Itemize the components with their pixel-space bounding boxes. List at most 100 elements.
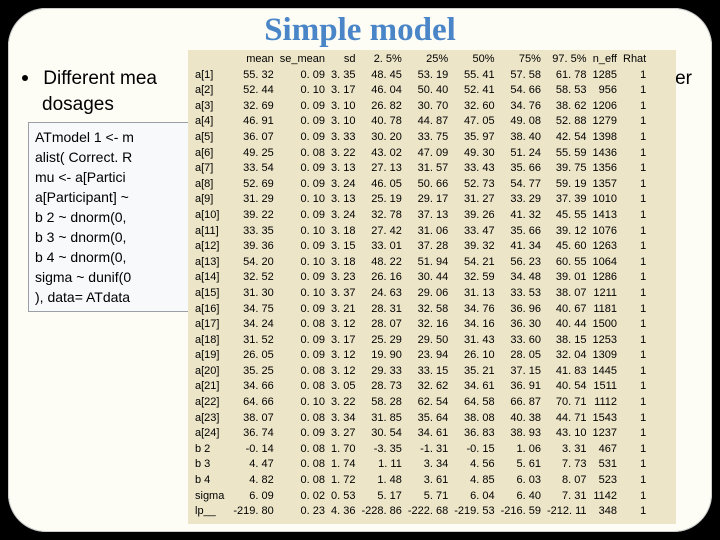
cell-value: 51. 24 — [498, 146, 544, 162]
cell-value: 39. 22 — [230, 208, 276, 224]
code-line: ATmodel 1 <- m — [35, 127, 185, 147]
cell-value: 56. 23 — [498, 255, 544, 271]
row-name: a[1] — [192, 68, 230, 84]
cell-value: 31. 13 — [451, 286, 497, 302]
cell-value: 1 — [620, 457, 649, 473]
cell-value: 1 — [620, 364, 649, 380]
cell-value: 4. 36 — [328, 504, 358, 520]
cell-value: 41. 83 — [544, 364, 590, 380]
cell-value: -222. 68 — [405, 504, 451, 520]
cell-value: 3. 17 — [328, 333, 358, 349]
cell-value: 40. 54 — [544, 379, 590, 395]
cell-value: 1253 — [590, 333, 620, 349]
cell-value: 4. 85 — [451, 473, 497, 489]
cell-value: 0. 09 — [277, 270, 328, 286]
row-name: a[14] — [192, 270, 230, 286]
cell-value: 3. 22 — [328, 395, 358, 411]
cell-value: 35. 64 — [405, 411, 451, 427]
cell-value: -216. 59 — [498, 504, 544, 520]
row-name: a[7] — [192, 161, 230, 177]
cell-value: -3. 35 — [358, 442, 404, 458]
cell-value: 30. 44 — [405, 270, 451, 286]
table-row: a[2]52. 440. 103. 1746. 0450. 4052. 4154… — [192, 83, 649, 99]
cell-value: 50. 40 — [405, 83, 451, 99]
cell-value: 53. 19 — [405, 68, 451, 84]
table-row: a[10]39. 220. 093. 2432. 7837. 1339. 264… — [192, 208, 649, 224]
cell-value: 33. 43 — [451, 161, 497, 177]
row-name: a[19] — [192, 348, 230, 364]
cell-value: 37. 13 — [405, 208, 451, 224]
cell-value: 32. 69 — [230, 99, 276, 115]
cell-value: 48. 45 — [358, 68, 404, 84]
cell-value: 38. 15 — [544, 333, 590, 349]
cell-value: 3. 12 — [328, 364, 358, 380]
cell-value: 36. 83 — [451, 426, 497, 442]
cell-value: 5. 17 — [358, 489, 404, 505]
cell-value: 1. 48 — [358, 473, 404, 489]
row-name: a[12] — [192, 239, 230, 255]
row-name: a[11] — [192, 224, 230, 240]
stats-col-header: sd — [328, 52, 358, 68]
cell-value: 38. 07 — [230, 411, 276, 427]
cell-value: 3. 33 — [328, 130, 358, 146]
cell-value: 1356 — [590, 161, 620, 177]
cell-value: 55. 41 — [451, 68, 497, 84]
row-name: b 2 — [192, 442, 230, 458]
cell-value: 1 — [620, 192, 649, 208]
cell-value: 30. 20 — [358, 130, 404, 146]
cell-value: -228. 86 — [358, 504, 404, 520]
cell-value: 44. 71 — [544, 411, 590, 427]
cell-value: 25. 29 — [358, 333, 404, 349]
cell-value: 1279 — [590, 114, 620, 130]
cell-value: 26. 05 — [230, 348, 276, 364]
table-row: a[9]31. 290. 103. 1325. 1929. 1731. 2733… — [192, 192, 649, 208]
stats-col-header: mean — [230, 52, 276, 68]
cell-value: 27. 13 — [358, 161, 404, 177]
cell-value: 3. 31 — [544, 442, 590, 458]
cell-value: 34. 75 — [230, 302, 276, 318]
table-row: a[12]39. 360. 093. 1533. 0137. 2839. 324… — [192, 239, 649, 255]
cell-value: 1 — [620, 224, 649, 240]
cell-value: 41. 32 — [498, 208, 544, 224]
cell-value: 38. 93 — [498, 426, 544, 442]
cell-value: 55. 59 — [544, 146, 590, 162]
cell-value: -0. 14 — [230, 442, 276, 458]
cell-value: 1 — [620, 286, 649, 302]
cell-value: 52. 73 — [451, 177, 497, 193]
cell-value: 34. 76 — [498, 99, 544, 115]
cell-value: 0. 23 — [277, 504, 328, 520]
cell-value: 31. 52 — [230, 333, 276, 349]
cell-value: 3. 10 — [328, 114, 358, 130]
cell-value: 47. 05 — [451, 114, 497, 130]
cell-value: 1286 — [590, 270, 620, 286]
cell-value: 36. 91 — [498, 379, 544, 395]
cell-value: 28. 07 — [358, 317, 404, 333]
cell-value: 54. 20 — [230, 255, 276, 271]
cell-value: 1064 — [590, 255, 620, 271]
cell-value: 33. 01 — [358, 239, 404, 255]
cell-value: 1 — [620, 317, 649, 333]
cell-value: 1285 — [590, 68, 620, 84]
cell-value: 0. 08 — [277, 317, 328, 333]
cell-value: 1237 — [590, 426, 620, 442]
cell-value: 1 — [620, 442, 649, 458]
code-line: a[Participant] ~ — [35, 187, 185, 207]
cell-value: 31. 27 — [451, 192, 497, 208]
cell-value: 1 — [620, 146, 649, 162]
cell-value: 3. 12 — [328, 317, 358, 333]
cell-value: 39. 01 — [544, 270, 590, 286]
table-row: a[16]34. 750. 093. 2128. 3132. 5834. 763… — [192, 302, 649, 318]
cell-value: 36. 07 — [230, 130, 276, 146]
cell-value: 39. 36 — [230, 239, 276, 255]
bullet-line-2: dosages — [42, 94, 114, 116]
cell-value: 32. 78 — [358, 208, 404, 224]
code-block: ATmodel 1 <- m alist( Correct. R mu <- a… — [28, 122, 192, 312]
row-name: b 3 — [192, 457, 230, 473]
row-name: a[18] — [192, 333, 230, 349]
table-row: a[13]54. 200. 103. 1848. 2251. 9454. 215… — [192, 255, 649, 271]
table-row: b 44. 820. 081. 721. 483. 614. 856. 038.… — [192, 473, 649, 489]
stats-table: meanse_meansd2. 5%25%50%75%97. 5%n_effRh… — [192, 52, 649, 520]
cell-value: 40. 67 — [544, 302, 590, 318]
cell-value: 1 — [620, 208, 649, 224]
table-row: b 34. 470. 081. 741. 113. 344. 565. 617.… — [192, 457, 649, 473]
